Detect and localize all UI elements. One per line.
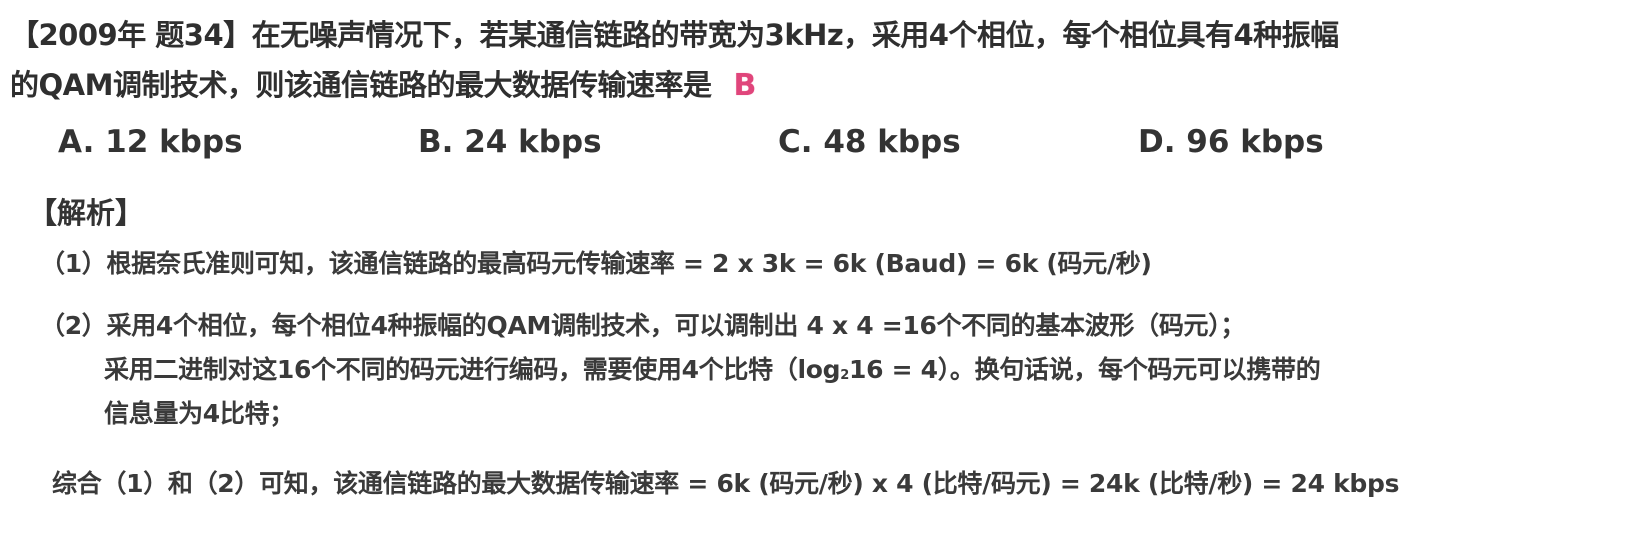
question-line-2: 的QAM调制技术，则该通信链路的最大数据传输速率是 B xyxy=(10,62,756,104)
analysis-step-2-line-2: 采用二进制对这16个不同的码元进行编码，需要使用4个比特（log216 = 4）… xyxy=(104,350,1321,386)
analysis-step-1: （1）根据奈氏准则可知，该通信链路的最高码元传输速率 = 2 x 3k = 6k… xyxy=(40,249,1152,278)
analysis-summary: 综合（1）和（2）可知，该通信链路的最大数据传输速率 = 6k (码元/秒) x… xyxy=(52,469,1400,498)
option-a: A. 12 kbps xyxy=(58,124,243,160)
option-d: D. 96 kbps xyxy=(1138,124,1324,160)
option-c: C. 48 kbps xyxy=(778,124,961,160)
option-b: B. 24 kbps xyxy=(418,124,602,160)
log-base: 2 xyxy=(840,368,849,383)
question-text: 的QAM调制技术，则该通信链路的最大数据传输速率是 xyxy=(10,68,712,102)
answer-badge: B xyxy=(733,68,756,103)
step-2-text-pre: 采用二进制对这16个不同的码元进行编码，需要使用4个比特（log xyxy=(104,355,841,384)
question-line-1: 【2009年 题34】在无噪声情况下，若某通信链路的带宽为3kHz，采用4个相位… xyxy=(10,18,1339,52)
analysis-step-2-line-3: 信息量为4比特； xyxy=(104,399,294,428)
step-2-text-post: 16 = 4）。换句话说，每个码元可以携带的 xyxy=(848,355,1321,384)
analysis-heading: 【解析】 xyxy=(28,196,145,230)
analysis-step-2-line-1: （2）采用4个相位，每个相位4种振幅的QAM调制技术，可以调制出 4 x 4 =… xyxy=(40,311,1246,340)
